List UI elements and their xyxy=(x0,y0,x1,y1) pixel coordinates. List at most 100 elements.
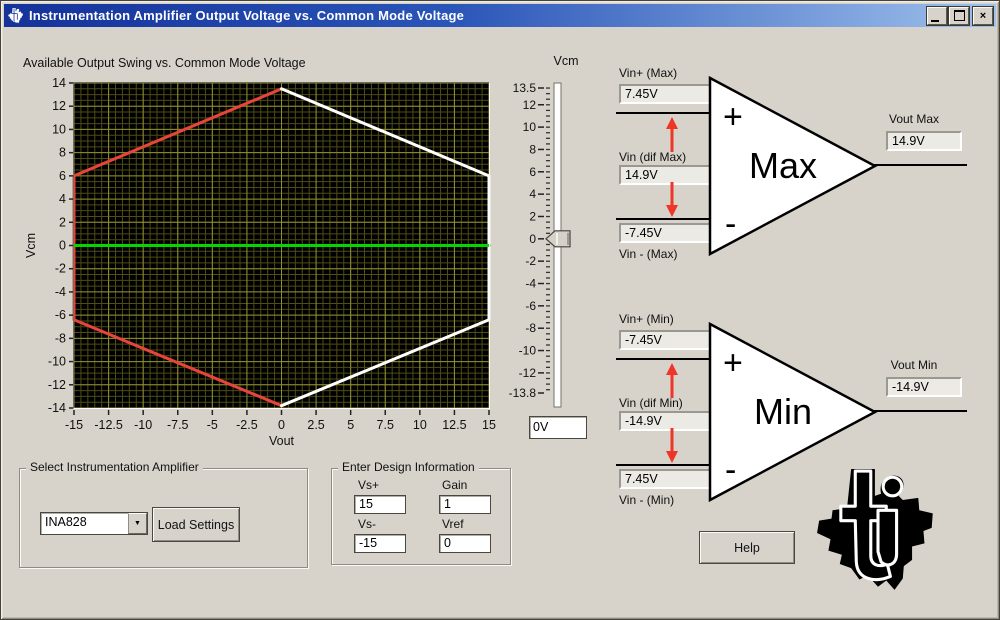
svg-text:-10: -10 xyxy=(48,355,66,369)
vout-max-label: Vout Max xyxy=(868,112,960,126)
gain-input[interactable]: 1 xyxy=(439,495,491,514)
vin-plus-min-field: -7.45V xyxy=(619,330,711,350)
minus-input-symbol: - xyxy=(725,205,736,243)
minus-input-wire xyxy=(616,218,709,220)
ti-app-icon xyxy=(7,8,25,24)
svg-text:12: 12 xyxy=(523,98,537,112)
svg-text:2: 2 xyxy=(59,215,66,229)
minimize-button[interactable] xyxy=(927,7,947,25)
svg-text:-8: -8 xyxy=(525,321,536,335)
svg-text:7.5: 7.5 xyxy=(377,418,394,432)
window-title: Instrumentation Amplifier Output Voltage… xyxy=(29,8,925,23)
minus-input-wire xyxy=(616,464,709,466)
svg-text:12: 12 xyxy=(52,99,66,113)
svg-text:-2: -2 xyxy=(525,254,536,268)
svg-text:-2.5: -2.5 xyxy=(236,418,258,432)
design-info-group-label: Enter Design Information xyxy=(338,460,479,474)
svg-text:2: 2 xyxy=(529,209,536,223)
vin-plus-min-label: Vin+ (Min) xyxy=(619,312,674,326)
amp-select-group: Select Instrumentation Amplifier INA828 … xyxy=(19,468,308,568)
svg-text:-4: -4 xyxy=(525,277,536,291)
svg-text:-14: -14 xyxy=(48,401,66,415)
arrow-up-icon xyxy=(665,117,679,153)
svg-text:-13.8: -13.8 xyxy=(509,386,537,400)
vin-minus-max-field: -7.45V xyxy=(619,223,711,243)
vs-plus-input[interactable]: 15 xyxy=(354,495,406,514)
svg-text:4: 4 xyxy=(529,187,536,201)
plus-input-symbol: + xyxy=(723,344,743,382)
load-settings-button[interactable]: Load Settings xyxy=(152,507,240,542)
vout-max-field: 14.9V xyxy=(886,131,962,151)
svg-text:-6: -6 xyxy=(55,308,66,322)
amp-name: Min xyxy=(754,391,812,432)
amp-name: Max xyxy=(749,145,817,186)
svg-text:-12: -12 xyxy=(519,366,537,380)
svg-text:0: 0 xyxy=(59,239,66,253)
help-button[interactable]: Help xyxy=(699,531,795,564)
vin-minus-max-label: Vin - (Max) xyxy=(619,247,677,261)
vs-minus-label: Vs- xyxy=(358,517,376,531)
svg-text:-5: -5 xyxy=(207,418,218,432)
output-wire xyxy=(873,410,967,412)
vref-input[interactable]: 0 xyxy=(439,534,491,553)
output-wire xyxy=(873,164,967,166)
svg-text:12.5: 12.5 xyxy=(442,418,466,432)
svg-text:4: 4 xyxy=(59,192,66,206)
svg-text:-6: -6 xyxy=(525,299,536,313)
svg-text:-7.5: -7.5 xyxy=(167,418,189,432)
svg-text:10: 10 xyxy=(413,418,427,432)
svg-text:-10: -10 xyxy=(134,418,152,432)
vcm-slider-label: Vcm xyxy=(544,54,588,68)
min-amplifier-section: Vin+ (Min) -7.45V Vin (dif Min) -14.9V 7… xyxy=(613,309,1000,521)
title-bar: Instrumentation Amplifier Output Voltage… xyxy=(4,4,996,27)
minus-input-symbol: - xyxy=(725,451,736,489)
plus-input-symbol: + xyxy=(723,98,743,136)
vin-minus-min-label: Vin - (Min) xyxy=(619,493,674,507)
vin-dif-min-label: Vin (dif Min) xyxy=(619,396,683,410)
svg-text:8: 8 xyxy=(529,142,536,156)
arrow-down-icon xyxy=(665,181,679,217)
chevron-down-icon[interactable]: ▼ xyxy=(128,513,147,534)
ti-logo xyxy=(816,469,940,595)
svg-text:8: 8 xyxy=(59,146,66,160)
svg-text:-15: -15 xyxy=(65,418,83,432)
svg-text:-12.5: -12.5 xyxy=(94,418,123,432)
amp-select-group-label: Select Instrumentation Amplifier xyxy=(26,460,203,474)
plus-input-wire xyxy=(616,358,709,360)
app-window: Instrumentation Amplifier Output Voltage… xyxy=(0,0,1000,620)
output-swing-chart[interactable]: -14-12-10-8-6-4-202468101214-15-12.5-10-… xyxy=(21,67,521,457)
svg-text:6: 6 xyxy=(59,169,66,183)
vcm-value-input[interactable]: 0V xyxy=(529,416,587,439)
svg-text:-8: -8 xyxy=(55,331,66,345)
amplifier-dropdown[interactable]: INA828 ▼ xyxy=(40,512,148,535)
vout-min-field: -14.9V xyxy=(886,377,962,397)
vin-minus-min-field: 7.45V xyxy=(619,469,711,489)
vin-plus-max-label: Vin+ (Max) xyxy=(619,66,677,80)
svg-text:Vout: Vout xyxy=(269,434,295,448)
maximize-button[interactable] xyxy=(949,7,969,25)
svg-text:Vcm: Vcm xyxy=(24,233,38,258)
svg-text:2.5: 2.5 xyxy=(307,418,324,432)
svg-text:10: 10 xyxy=(523,120,537,134)
vs-plus-label: Vs+ xyxy=(358,478,379,492)
max-amplifier-section: Vin+ (Max) 7.45V Vin (dif Max) 14.9V -7.… xyxy=(613,63,1000,275)
svg-text:15: 15 xyxy=(482,418,496,432)
svg-text:-10: -10 xyxy=(519,344,537,358)
svg-text:0: 0 xyxy=(529,232,536,246)
vin-plus-max-field: 7.45V xyxy=(619,84,711,104)
svg-text:6: 6 xyxy=(529,165,536,179)
vout-min-label: Vout Min xyxy=(868,358,960,372)
plus-input-wire xyxy=(616,112,709,114)
amplifier-dropdown-value: INA828 xyxy=(41,513,128,534)
svg-text:10: 10 xyxy=(52,122,66,136)
design-info-group: Enter Design Information Vs+ 15 Gain 1 V… xyxy=(331,468,511,565)
vin-dif-max-label: Vin (dif Max) xyxy=(619,150,686,164)
vs-minus-input[interactable]: -15 xyxy=(354,534,406,553)
vcm-slider[interactable]: 13.5121086420-2-4-6-8-10-12-13.8 xyxy=(506,77,586,412)
max-amp-triangle: + - Max xyxy=(707,75,879,257)
svg-text:-2: -2 xyxy=(55,262,66,276)
arrow-down-icon xyxy=(665,427,679,463)
svg-text:5: 5 xyxy=(347,418,354,432)
close-button[interactable]: × xyxy=(973,7,993,25)
arrow-up-icon xyxy=(665,363,679,399)
